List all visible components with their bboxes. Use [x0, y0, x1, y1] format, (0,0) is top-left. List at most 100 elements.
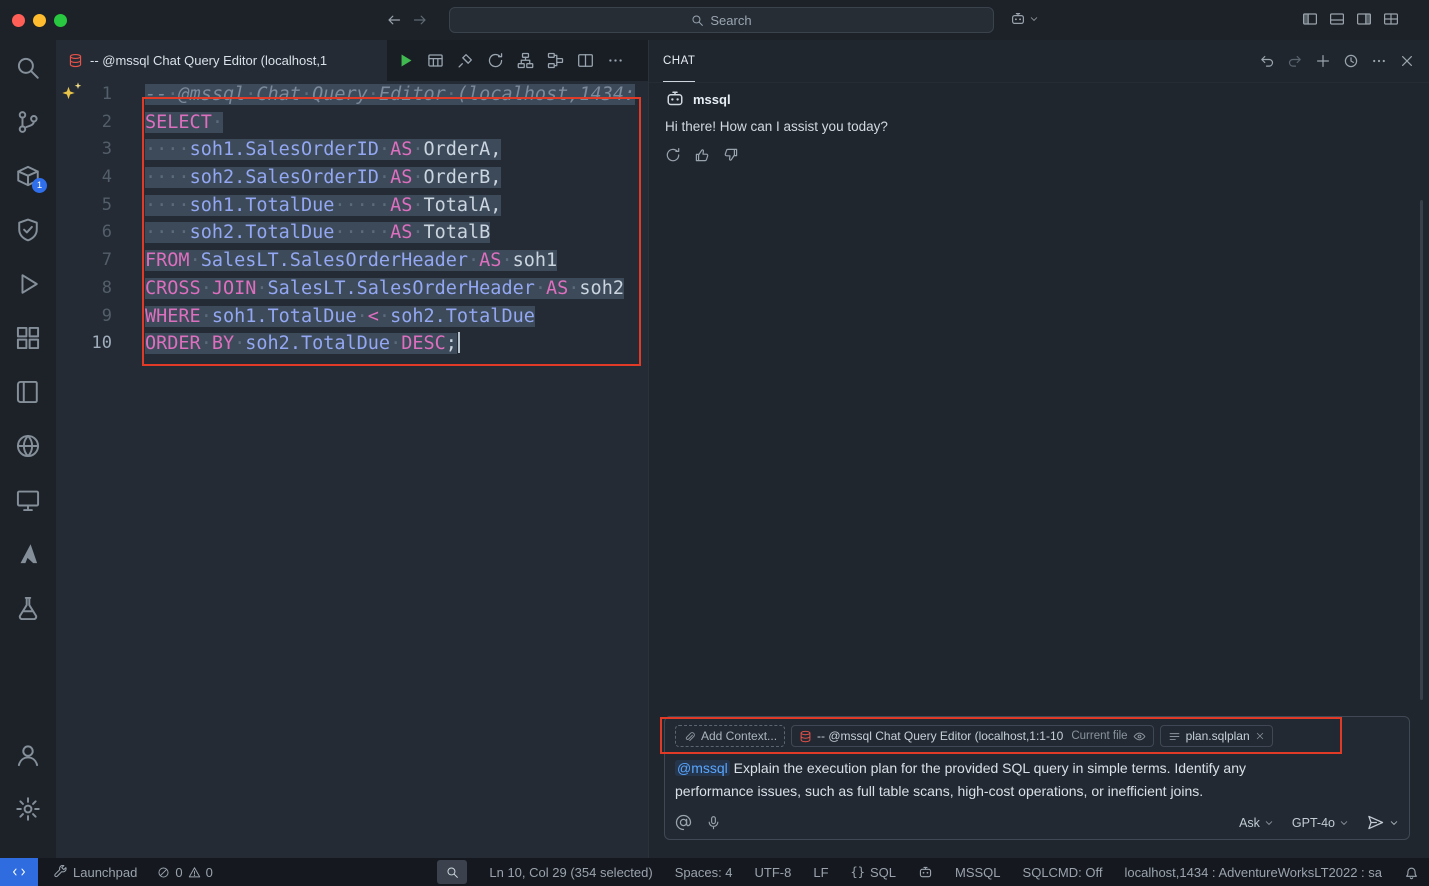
code-line-5[interactable]: ····soh1.TotalDue·····AS·TotalA,: [145, 192, 648, 220]
show-schema-icon[interactable]: [517, 52, 534, 69]
chat-more-icon[interactable]: [1371, 53, 1387, 69]
command-center-search[interactable]: Search: [449, 7, 994, 33]
chat-scrollbar[interactable]: [1420, 200, 1423, 700]
customize-layout-icon[interactable]: [1383, 11, 1399, 27]
eye-icon[interactable]: [1133, 730, 1146, 743]
remote-indicator[interactable]: [0, 858, 38, 886]
thumbs-up-icon[interactable]: [694, 147, 710, 163]
minimize-window-button[interactable]: [33, 14, 46, 27]
activity-references-icon[interactable]: 1: [15, 163, 41, 189]
chat-redo-icon[interactable]: [1287, 53, 1303, 69]
chat-new-chat-icon[interactable]: [1315, 53, 1331, 69]
activity-notebooks-icon[interactable]: [15, 379, 41, 405]
editor-tab-bar: -- @mssql Chat Query Editor (localhost,1: [56, 40, 648, 81]
chat-header: CHAT: [649, 40, 1429, 83]
code-content: --·@mssql·Chat·Query·Editor·(localhost,1…: [145, 81, 648, 358]
chat-panel-title[interactable]: CHAT: [663, 40, 695, 82]
context-plan-chip[interactable]: plan.sqlplan: [1160, 725, 1273, 747]
activity-remote-explorer-icon[interactable]: [15, 487, 41, 513]
braces-icon: {}: [851, 865, 865, 879]
send-options-chevron[interactable]: [1389, 818, 1399, 828]
code-line-4[interactable]: ····soh2.SalesOrderID·AS·OrderB,: [145, 164, 648, 192]
code-line-7[interactable]: FROM·SalesLT.SalesOrderHeader·AS·soh1: [145, 247, 648, 275]
notifications-item[interactable]: [1404, 865, 1419, 880]
chat-close-icon[interactable]: [1399, 53, 1415, 69]
activity-source-control-icon[interactable]: [15, 109, 41, 135]
copilot-status-item[interactable]: [918, 865, 933, 880]
toggle-secondary-sidebar-icon[interactable]: [1356, 11, 1372, 27]
send-button[interactable]: [1367, 814, 1384, 831]
mode-selector[interactable]: Ask: [1239, 816, 1274, 830]
prompt-text: Explain the execution plan for the provi…: [675, 760, 1246, 799]
code-line-3[interactable]: ····soh1.SalesOrderID·AS·OrderA,: [145, 136, 648, 164]
warnings-icon: [188, 866, 201, 879]
editor-actions: [397, 40, 632, 81]
code-line-2[interactable]: SELECT·: [145, 109, 648, 137]
activity-database-projects-icon[interactable]: [15, 595, 41, 621]
indentation-item[interactable]: Spaces: 4: [675, 865, 733, 880]
eol-item[interactable]: LF: [813, 865, 828, 880]
close-window-button[interactable]: [12, 14, 25, 27]
code-line-9[interactable]: WHERE·soh1.TotalDue·<·soh2.TotalDue: [145, 303, 648, 331]
zoom-indicator[interactable]: [437, 860, 467, 884]
model-selector[interactable]: GPT-4o: [1292, 816, 1349, 830]
add-context-label: Add Context...: [701, 729, 777, 743]
code-line-8[interactable]: CROSS·JOIN·SalesLT.SalesOrderHeader·AS·s…: [145, 275, 648, 303]
navigate-back-icon[interactable]: [386, 12, 402, 28]
add-context-button[interactable]: Add Context...: [675, 725, 785, 747]
title-bar: Search: [0, 0, 1429, 40]
code-editor[interactable]: 12345678910 --·@mssql·Chat·Query·Editor·…: [56, 81, 648, 858]
activity-extensions-icon[interactable]: [15, 325, 41, 351]
regenerate-icon[interactable]: [665, 147, 681, 163]
assistant-message-text: Hi there! How can I assist you today?: [665, 119, 1413, 134]
copilot-icon: [1010, 11, 1026, 27]
activity-azure-icon[interactable]: [15, 541, 41, 567]
layout-controls: [1302, 11, 1399, 27]
maximize-window-button[interactable]: [54, 14, 67, 27]
copilot-menu-button[interactable]: [1010, 11, 1039, 27]
launchpad-item[interactable]: Launchpad: [54, 865, 137, 880]
toggle-primary-sidebar-icon[interactable]: [1302, 11, 1318, 27]
editor-tab-active[interactable]: -- @mssql Chat Query Editor (localhost,1: [56, 40, 387, 81]
chat-undo-icon[interactable]: [1259, 53, 1275, 69]
line-number: 10: [56, 330, 118, 358]
mssql-mention[interactable]: @mssql: [675, 760, 730, 776]
results-grid-icon[interactable]: [427, 52, 444, 69]
mention-button[interactable]: [675, 814, 692, 831]
chat-history-icon[interactable]: [1343, 53, 1359, 69]
context-file-chip[interactable]: -- @mssql Chat Query Editor (localhost,1…: [791, 725, 1154, 747]
indentation-label: Spaces: 4: [675, 865, 733, 880]
workbench: 1 -- @mssql Chat Query Editor (localhost…: [0, 40, 1429, 858]
activity-accounts-icon[interactable]: [15, 742, 41, 768]
search-placeholder: Search: [710, 13, 751, 28]
language-mode-item[interactable]: {} SQL: [851, 865, 896, 880]
errors-count: 0: [175, 865, 182, 880]
code-line-6[interactable]: ····soh2.TotalDue·····AS·TotalB: [145, 219, 648, 247]
change-connection-icon[interactable]: [487, 52, 504, 69]
chat-prompt-input[interactable]: @mssql Explain the execution plan for th…: [675, 757, 1327, 814]
mssql-item[interactable]: MSSQL: [955, 865, 1001, 880]
more-actions-icon[interactable]: [607, 52, 624, 69]
remove-context-icon[interactable]: [1255, 731, 1265, 741]
activity-testing-icon[interactable]: [15, 217, 41, 243]
activity-search-icon[interactable]: [15, 55, 41, 81]
voice-input-button[interactable]: [706, 815, 721, 830]
toggle-panel-icon[interactable]: [1329, 11, 1345, 27]
activity-run-debug-icon[interactable]: [15, 271, 41, 297]
navigate-forward-icon[interactable]: [412, 12, 428, 28]
code-line-1[interactable]: --·@mssql·Chat·Query·Editor·(localhost,1…: [145, 81, 648, 109]
problems-item[interactable]: 0 0: [157, 865, 212, 880]
encoding-item[interactable]: UTF-8: [755, 865, 792, 880]
disconnect-icon[interactable]: [457, 52, 474, 69]
thumbs-down-icon[interactable]: [723, 147, 739, 163]
remote-icon: [12, 865, 26, 879]
run-query-icon[interactable]: [397, 52, 414, 69]
split-editor-icon[interactable]: [577, 52, 594, 69]
activity-github-icon[interactable]: [15, 433, 41, 459]
cursor-position-item[interactable]: Ln 10, Col 29 (354 selected): [489, 865, 652, 880]
query-plan-icon[interactable]: [547, 52, 564, 69]
connection-item[interactable]: localhost,1434 : AdventureWorksLT2022 : …: [1124, 865, 1382, 880]
code-line-10[interactable]: ORDER·BY·soh2.TotalDue·DESC;: [145, 330, 648, 358]
sqlcmd-item[interactable]: SQLCMD: Off: [1023, 865, 1103, 880]
activity-settings-icon[interactable]: [15, 796, 41, 822]
